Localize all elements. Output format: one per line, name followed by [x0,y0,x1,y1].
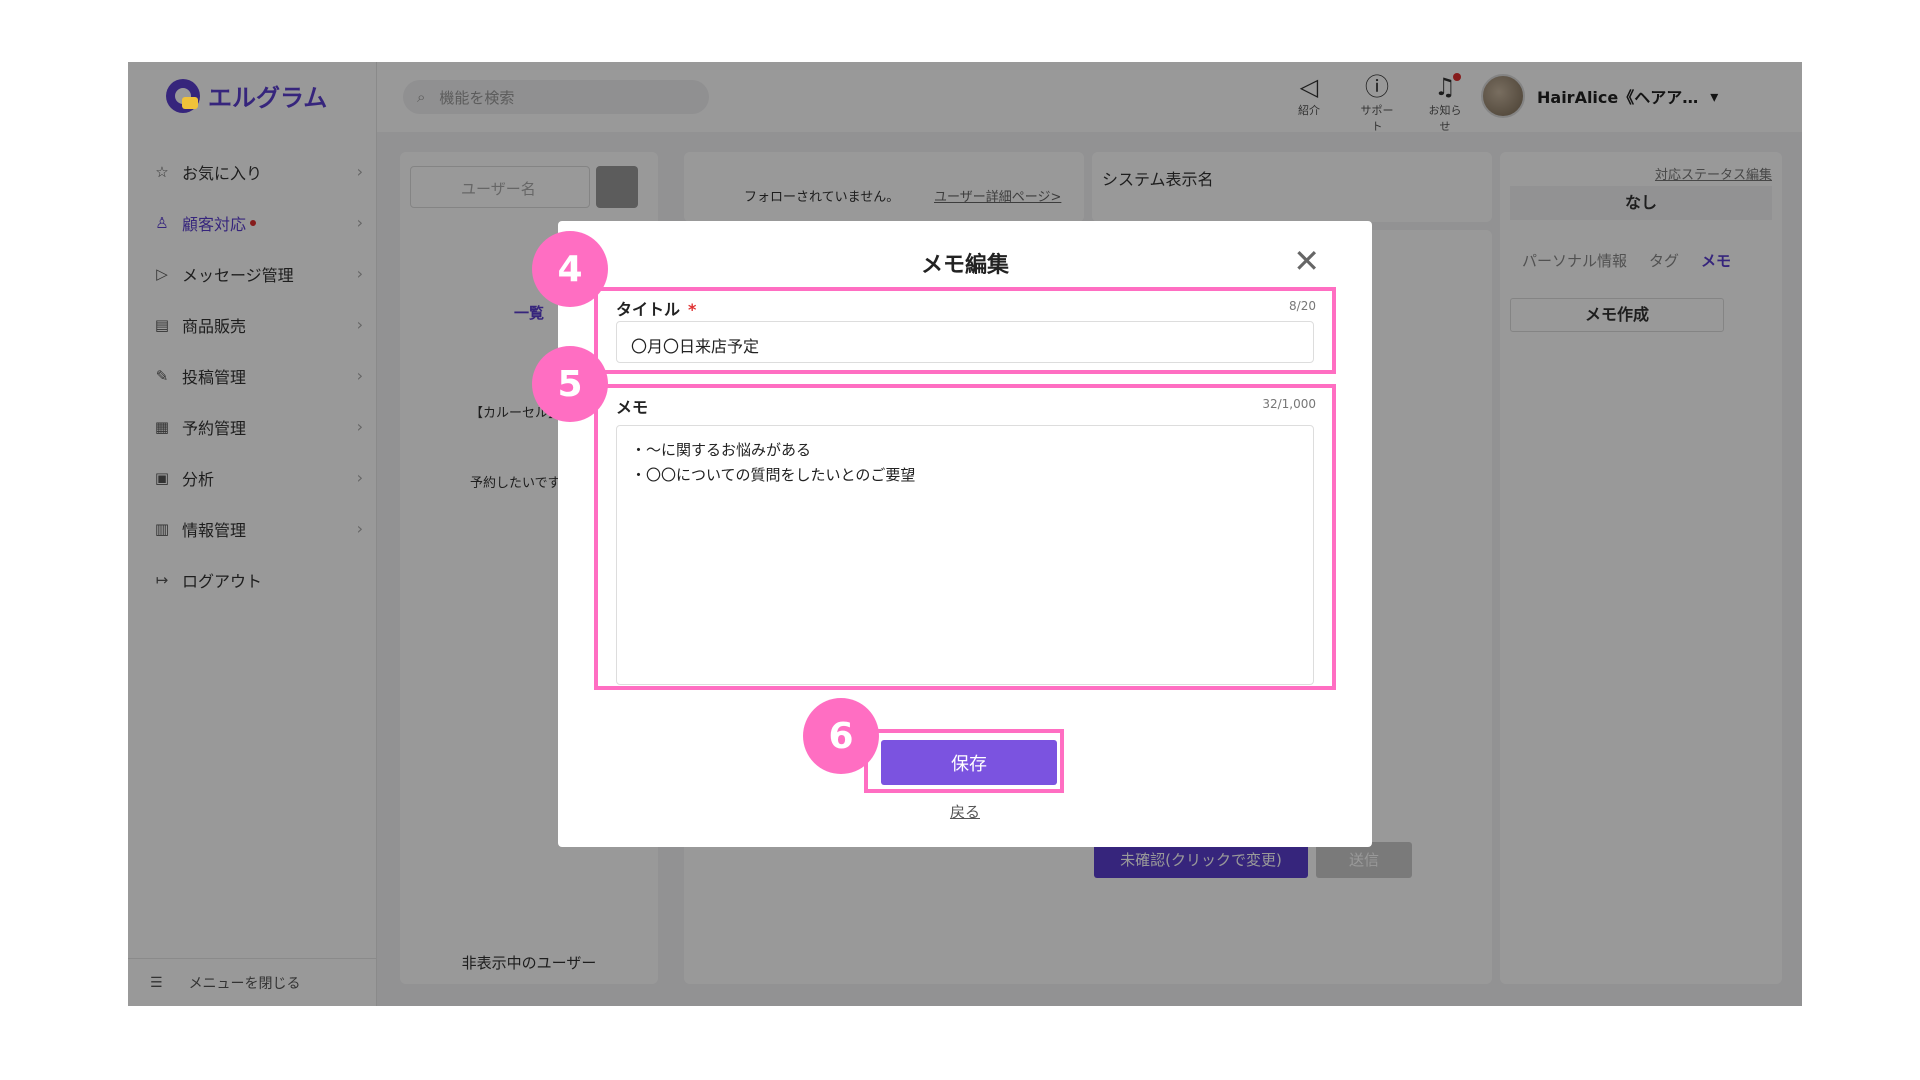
callout-badge-6: 6 [803,698,879,774]
close-icon[interactable]: ✕ [1293,245,1320,277]
highlight-memo-field [594,384,1336,690]
dialog-title: メモ編集 [920,253,1009,278]
memo-edit-dialog: メモ編集 ✕ タイトル * 8/20 〇月〇日来店予定 メモ 32/1,000 ・… [532,221,1372,847]
callout-badge-4: 4 [532,231,608,307]
highlight-save-button [864,729,1064,793]
back-link[interactable]: 戻る [558,801,1372,822]
back-label: 戻る [949,803,980,821]
highlight-title-field [594,287,1336,374]
callout-badge-5: 5 [532,346,608,422]
